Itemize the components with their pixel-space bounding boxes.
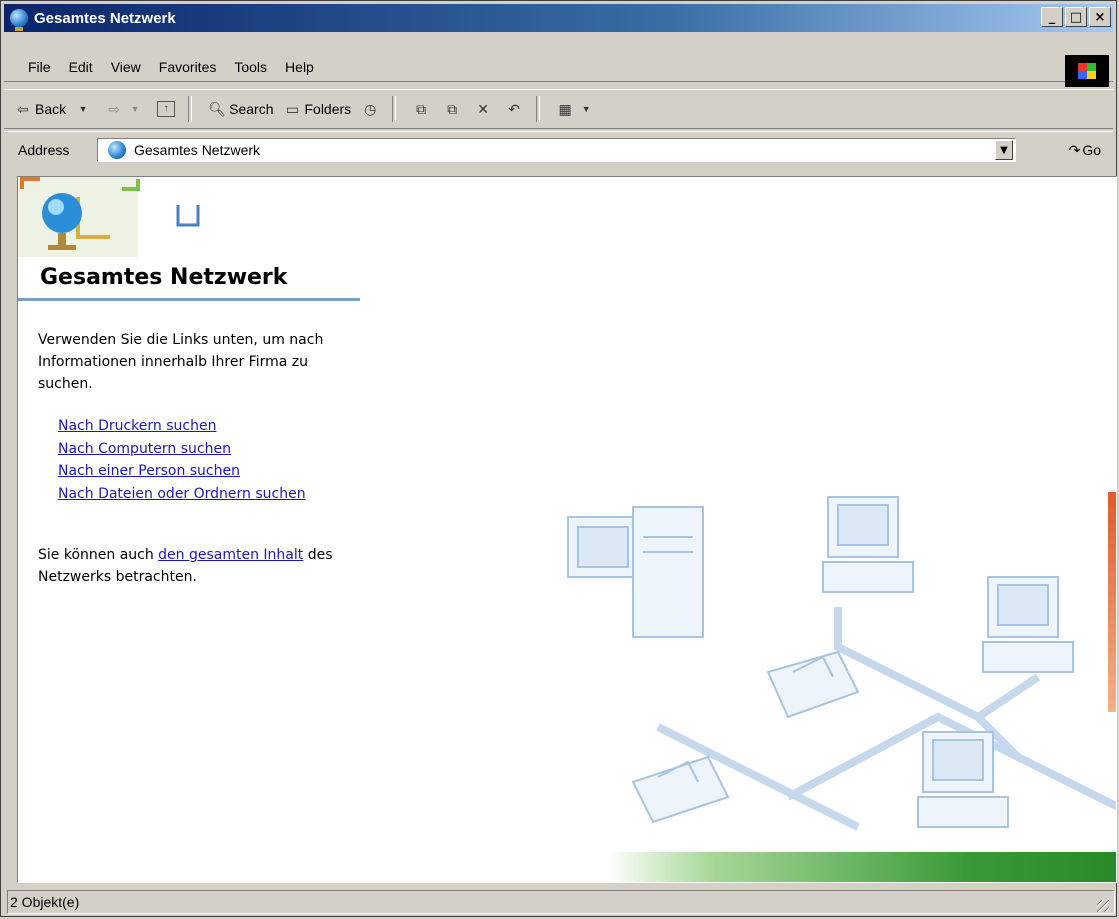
copy-to-icon: ⧉: [447, 101, 458, 117]
up-folder-icon: ↑: [157, 101, 176, 117]
folders-icon: ▭: [285, 101, 300, 117]
folders-label: Folders: [304, 101, 352, 117]
menu-edit[interactable]: Edit: [69, 59, 93, 75]
orange-accent-edge: [1108, 492, 1116, 712]
page-title: Gesamtes Netzwerk: [40, 265, 288, 290]
back-button[interactable]: ⇦ Back ▼: [14, 100, 95, 118]
menu-file[interactable]: File: [28, 59, 51, 75]
move-to-button[interactable]: ⧉: [412, 100, 433, 118]
title-bar[interactable]: Gesamtes Netzwerk _ □ ×: [4, 4, 1113, 32]
address-bar: Address Gesamtes Netzwerk ▼ ↷ Go: [4, 131, 1113, 168]
folder-view: Gesamtes Netzwerk Verwenden Sie die Link…: [17, 176, 1117, 883]
link-search-printers[interactable]: Nach Druckern suchen: [58, 415, 306, 438]
address-input[interactable]: Gesamtes Netzwerk ▼: [97, 138, 1016, 162]
go-label: Go: [1082, 142, 1101, 158]
views-dropdown-icon[interactable]: ▼: [577, 100, 595, 118]
menu-favorites[interactable]: Favorites: [159, 59, 217, 75]
go-arrow-icon: ↷: [1068, 141, 1081, 158]
resize-grip-icon[interactable]: [1097, 900, 1109, 912]
link-entire-contents[interactable]: den gesamten Inhalt: [158, 547, 303, 563]
back-arrow-icon: ⇦: [17, 101, 29, 117]
menu-help[interactable]: Help: [285, 59, 314, 75]
status-bar: 2 Objekt(e): [4, 889, 1115, 915]
address-label: Address: [18, 142, 70, 158]
back-label: Back: [35, 101, 67, 117]
network-illustration: [567, 496, 1116, 831]
search-button[interactable]: 🔍︎ Search: [208, 100, 273, 118]
address-dropdown-button[interactable]: ▼: [995, 140, 1013, 160]
link-search-computers[interactable]: Nach Computern suchen: [58, 438, 306, 461]
delete-button[interactable]: ✕: [474, 100, 495, 118]
intro-text: Verwenden Sie die Links unten, um nach I…: [38, 332, 324, 392]
windows-logo-icon: [1065, 55, 1109, 87]
standard-toolbar: ⇦ Back ▼ ⇨ ▼ ↑ 🔍︎ Search ▭ Folders ◷ ⧉ ⧉: [4, 89, 1113, 129]
move-to-icon: ⧉: [416, 101, 427, 117]
go-button[interactable]: ↷ Go: [1069, 142, 1101, 159]
link-search-person[interactable]: Nach einer Person suchen: [58, 460, 306, 483]
explorer-window: Gesamtes Netzwerk _ □ × File Edit View F…: [0, 0, 1117, 917]
up-folder-button[interactable]: ↑: [157, 101, 178, 117]
toolbar-separator: [536, 96, 541, 122]
delete-x-icon: ✕: [477, 101, 490, 117]
green-accent-band: [608, 852, 1116, 882]
network-globe-icon: [10, 9, 28, 31]
undo-icon: ↶: [508, 101, 521, 117]
status-panel: [7, 890, 1115, 914]
forward-arrow-icon: ⇨: [108, 101, 120, 117]
back-dropdown-icon[interactable]: ▼: [74, 100, 92, 118]
menu-view[interactable]: View: [111, 59, 141, 75]
link-search-files-folders[interactable]: Nach Dateien oder Ordnern suchen: [58, 483, 306, 506]
network-globe-icon: [108, 141, 126, 159]
forward-dropdown-icon[interactable]: ▼: [126, 100, 144, 118]
status-object-count: 2 Objekt(e): [10, 894, 80, 910]
title-underline: [18, 298, 360, 301]
views-button[interactable]: ▦ ▼: [556, 100, 598, 118]
address-value: Gesamtes Netzwerk: [134, 142, 261, 158]
browse-network-text: Sie können auch den gesamten Inhalt des …: [38, 544, 368, 588]
forward-button[interactable]: ⇨ ▼: [105, 100, 147, 118]
toolbar-separator: [188, 96, 193, 122]
window-controls: _ □ ×: [1041, 7, 1111, 27]
search-icon: 🔍︎: [208, 101, 227, 117]
close-button[interactable]: ×: [1089, 7, 1111, 27]
toolbar-separator: [392, 96, 397, 122]
search-links: Nach Druckern suchen Nach Computern such…: [58, 415, 306, 505]
maximize-button[interactable]: □: [1065, 7, 1087, 27]
copy-to-button[interactable]: ⧉: [443, 100, 464, 118]
network-header-graphic: [18, 177, 200, 257]
menu-bar: File Edit View Favorites Tools Help: [4, 53, 1113, 87]
history-button[interactable]: ◷: [361, 100, 382, 118]
also-prefix: Sie können auch: [38, 547, 159, 563]
history-clock-icon: ◷: [364, 101, 377, 117]
window-title: Gesamtes Netzwerk: [34, 9, 176, 27]
minimize-button[interactable]: _: [1041, 7, 1063, 27]
undo-button[interactable]: ↶: [505, 100, 526, 118]
search-label: Search: [229, 101, 274, 117]
views-grid-icon: ▦: [558, 101, 572, 117]
folders-button[interactable]: ▭ Folders: [283, 100, 351, 118]
menu-tools[interactable]: Tools: [234, 59, 267, 75]
